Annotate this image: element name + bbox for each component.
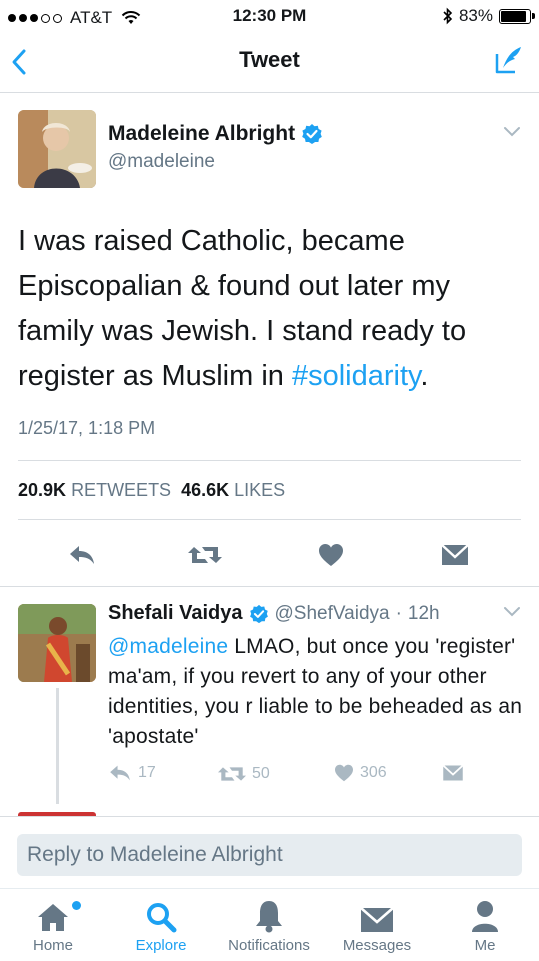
new-content-dot bbox=[72, 901, 81, 910]
heart-icon[interactable] bbox=[318, 543, 344, 567]
page-title: Tweet bbox=[239, 47, 300, 72]
retweet-action[interactable]: 50 bbox=[218, 764, 270, 784]
retweet-icon[interactable] bbox=[188, 543, 222, 567]
tab-messages[interactable]: Messages bbox=[327, 889, 427, 954]
tab-explore-label: Explore bbox=[135, 937, 187, 954]
compose-tweet-icon[interactable] bbox=[493, 44, 525, 76]
tab-home-label: Home bbox=[32, 937, 73, 954]
reply-author-name[interactable]: Shefali Vaidya bbox=[108, 602, 243, 625]
search-icon bbox=[147, 903, 177, 933]
nav-bar: Tweet bbox=[0, 32, 539, 93]
tab-me-label: Me bbox=[474, 937, 496, 954]
reply-author-avatar[interactable] bbox=[18, 604, 96, 682]
separator-dot: · bbox=[395, 602, 402, 624]
author-handle[interactable]: @madeleine bbox=[108, 151, 215, 173]
tweet-timestamp: 1/25/17, 1:18 PM bbox=[18, 418, 156, 438]
engagement-stats: 20.9K RETWEETS 46.6K LIKES bbox=[18, 480, 285, 501]
avatar-photo bbox=[18, 604, 96, 682]
reply-icon[interactable] bbox=[68, 544, 96, 566]
author-name[interactable]: Madeleine Albright bbox=[108, 122, 295, 146]
direct-message-icon[interactable] bbox=[441, 543, 469, 567]
reply-like-count: 306 bbox=[360, 764, 387, 781]
author-name-row[interactable]: Madeleine Albright bbox=[108, 122, 323, 146]
bell-icon bbox=[256, 901, 282, 933]
tab-bar: Home Explore Notifications Messages Me bbox=[0, 888, 539, 961]
reply-text: @madeleine LMAO, but once you 'register'… bbox=[108, 632, 523, 752]
chevron-down-icon[interactable] bbox=[503, 126, 521, 138]
tab-explore[interactable]: Explore bbox=[111, 889, 211, 954]
tab-home[interactable]: Home bbox=[3, 889, 103, 954]
reply-author-handle[interactable]: @ShefVaidya bbox=[275, 603, 390, 625]
envelope-icon bbox=[360, 907, 394, 932]
heart-icon bbox=[335, 764, 353, 782]
reply-input[interactable]: Reply to Madeleine Albright bbox=[17, 834, 522, 876]
tweet-actions bbox=[0, 538, 539, 572]
reply-author-row[interactable]: Shefali Vaidya @ShefVaidya · 12h bbox=[108, 602, 440, 625]
retweet-count: 20.9K bbox=[18, 480, 67, 500]
reply-count: 17 bbox=[138, 764, 156, 781]
avatar-photo bbox=[18, 110, 96, 188]
hashtag-link[interactable]: #solidarity bbox=[292, 360, 420, 392]
reply-age: 12h bbox=[407, 602, 440, 624]
home-icon bbox=[38, 904, 68, 931]
like-action[interactable]: 306 bbox=[334, 764, 387, 782]
tab-notifications[interactable]: Notifications bbox=[219, 889, 319, 954]
tab-me[interactable]: Me bbox=[435, 889, 535, 954]
divider bbox=[18, 519, 521, 520]
divider bbox=[18, 460, 521, 461]
reply-actions: 17 50 306 bbox=[0, 764, 539, 788]
tweet-text: I was raised Catholic, became Episcopali… bbox=[18, 219, 518, 399]
divider bbox=[0, 586, 539, 587]
battery-icon bbox=[499, 8, 535, 24]
battery-percent: 83% bbox=[458, 6, 493, 25]
tab-messages-label: Messages bbox=[342, 937, 412, 954]
tweet-text-end: . bbox=[420, 360, 429, 392]
retweet-icon bbox=[218, 767, 246, 781]
reply-action[interactable]: 17 bbox=[108, 764, 156, 782]
person-icon bbox=[472, 901, 498, 932]
status-bar: AT&T 12:30 PM 83% bbox=[0, 0, 539, 32]
tab-notifications-label: Notifications bbox=[228, 937, 310, 954]
verified-badge-icon bbox=[302, 124, 322, 144]
retweets-stat[interactable]: 20.9K RETWEETS bbox=[18, 480, 171, 500]
mention-link[interactable]: @madeleine bbox=[108, 635, 228, 658]
message-action[interactable] bbox=[442, 764, 464, 782]
chevron-down-icon[interactable] bbox=[503, 606, 521, 618]
retweets-label: RETWEETS bbox=[71, 480, 172, 500]
like-count: 46.6K bbox=[181, 480, 230, 500]
reply-retweet-count: 50 bbox=[252, 765, 270, 782]
author-avatar[interactable] bbox=[18, 110, 96, 188]
status-right: 83% bbox=[443, 6, 535, 26]
direct-message-icon bbox=[442, 764, 464, 781]
verified-badge-icon bbox=[249, 604, 268, 623]
bluetooth-icon bbox=[443, 7, 453, 25]
likes-label: LIKES bbox=[234, 480, 286, 500]
reply-icon bbox=[110, 765, 130, 781]
likes-stat[interactable]: 46.6K LIKES bbox=[181, 480, 285, 500]
